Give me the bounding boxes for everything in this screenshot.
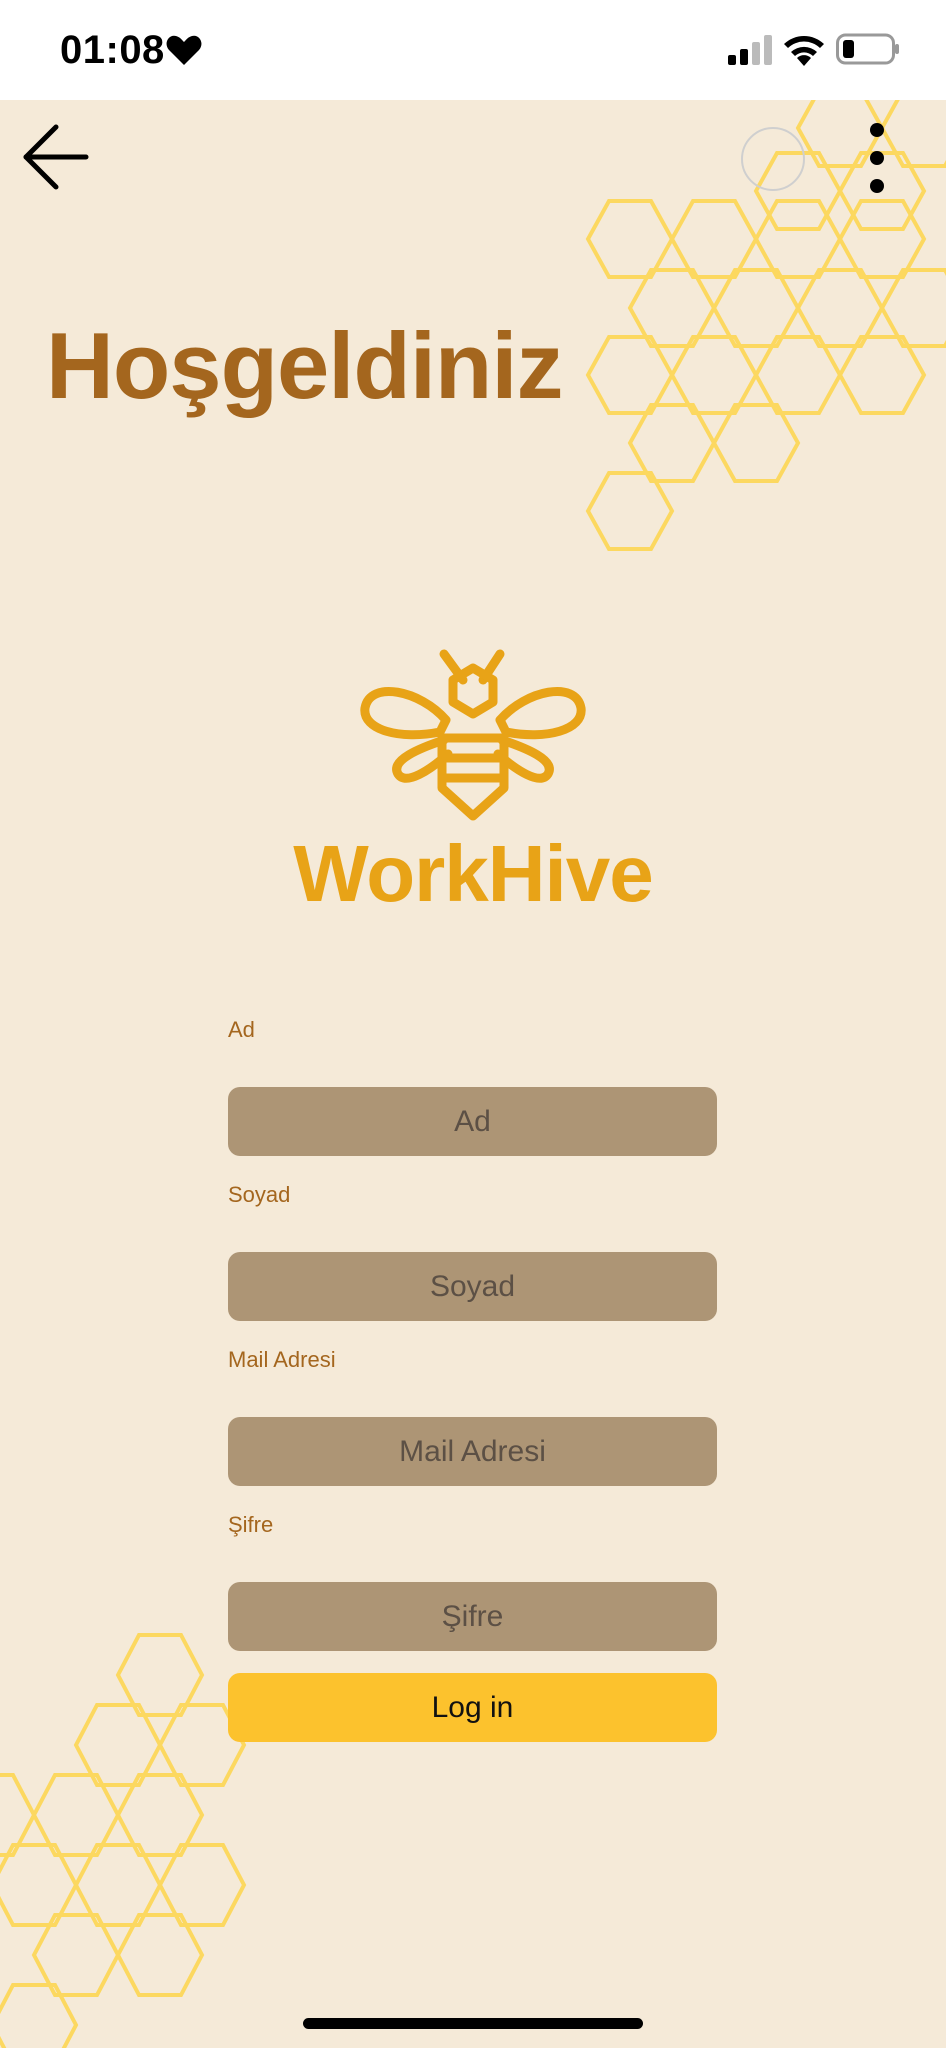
- circle-button[interactable]: [741, 127, 805, 191]
- cellular-signal-icon: [728, 35, 772, 65]
- page-title: Hoşgeldiniz: [46, 313, 563, 418]
- last-name-input[interactable]: [228, 1252, 717, 1321]
- arrow-left-icon: [23, 124, 89, 190]
- first-name-input[interactable]: [228, 1087, 717, 1156]
- status-time: 01:08: [60, 28, 165, 72]
- brand-name: WorkHive: [293, 829, 654, 918]
- first-name-label: Ad: [228, 1017, 255, 1042]
- heart-icon: [166, 35, 202, 65]
- wifi-icon: [784, 36, 824, 66]
- vertical-dots-icon: [870, 123, 884, 193]
- bee-icon: [360, 649, 586, 821]
- last-name-label: Soyad: [228, 1182, 291, 1207]
- home-indicator: [303, 2018, 643, 2029]
- email-input[interactable]: [228, 1417, 717, 1486]
- password-label: Şifre: [228, 1512, 274, 1537]
- more-options-button[interactable]: [862, 120, 892, 196]
- honeycomb-decoration-bottom: [0, 1633, 247, 2048]
- password-input[interactable]: [228, 1582, 717, 1651]
- email-label: Mail Adresi: [228, 1347, 336, 1372]
- battery-icon: [836, 33, 899, 65]
- login-button[interactable]: Log in: [228, 1673, 717, 1742]
- back-button[interactable]: [20, 120, 94, 194]
- status-bar: 01:08: [0, 0, 946, 100]
